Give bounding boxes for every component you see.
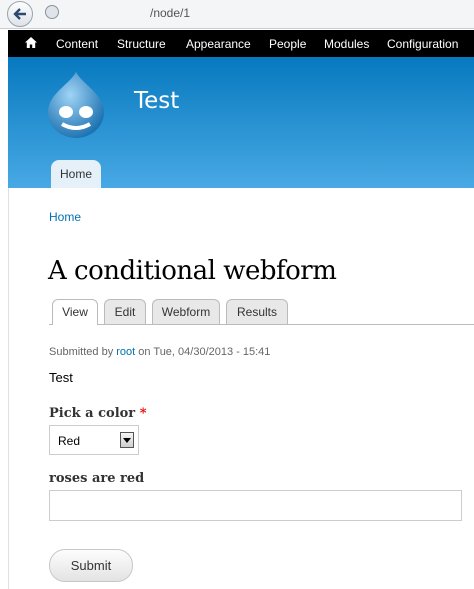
toolbar-item-configuration[interactable]: Configuration [387, 37, 458, 51]
back-button[interactable] [7, 1, 33, 27]
globe-icon [45, 5, 59, 19]
breadcrumb-home[interactable]: Home [49, 210, 81, 224]
page-title: A conditional webform [48, 256, 337, 286]
toolbar-item-content[interactable]: Content [56, 37, 98, 51]
required-marker: * [139, 406, 147, 421]
submitted-suffix: on Tue, 04/30/2013 - 15:41 [135, 346, 271, 358]
submitted-prefix: Submitted by [49, 346, 117, 358]
tab-edit[interactable]: Edit [104, 299, 146, 324]
toolbar-item-appearance[interactable]: Appearance [186, 37, 251, 51]
color-label-text: Pick a color [49, 406, 136, 421]
site-name[interactable]: Test [134, 88, 179, 114]
back-arrow-icon [13, 8, 26, 20]
tab-results[interactable]: Results [226, 299, 288, 324]
tabs-divider [49, 324, 474, 325]
dropdown-arrow[interactable] [120, 432, 134, 448]
chevron-down-icon [123, 438, 131, 443]
page-left-border [8, 188, 9, 589]
color-field-label: Pick a color * [49, 406, 147, 421]
drupal-logo-icon[interactable] [46, 72, 106, 138]
author-link[interactable]: root [116, 346, 135, 358]
home-icon[interactable] [25, 37, 37, 48]
roses-text-input[interactable] [49, 490, 462, 521]
toolbar-item-modules[interactable]: Modules [324, 37, 369, 51]
color-select-value: Red [58, 434, 81, 448]
text-field-label: roses are red [49, 471, 145, 486]
admin-toolbar: Content Structure Appearance People Modu… [8, 30, 474, 57]
toolbar-item-people[interactable]: People [269, 37, 306, 51]
site-header: Test Home [8, 57, 474, 188]
submitted-info: Submitted by root on Tue, 04/30/2013 - 1… [49, 346, 270, 358]
submit-button[interactable]: Submit [49, 549, 133, 582]
address-url[interactable]: /node/1 [150, 6, 190, 20]
tab-home[interactable]: Home [51, 160, 101, 188]
toolbar-item-structure[interactable]: Structure [117, 37, 166, 51]
color-select[interactable]: Red [49, 425, 139, 455]
tab-webform[interactable]: Webform [152, 299, 220, 324]
browser-toolbar: /node/1 [0, 0, 474, 29]
node-body: Test [49, 370, 73, 385]
tab-view[interactable]: View [52, 299, 98, 325]
